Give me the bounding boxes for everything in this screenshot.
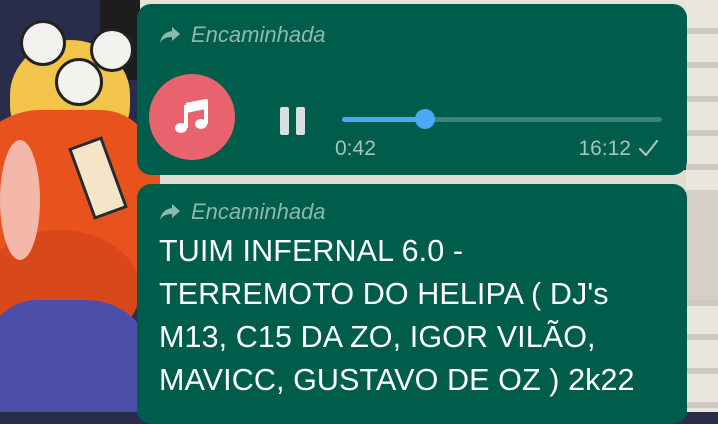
audio-elapsed-time: 0:42 [335,137,376,160]
message-line: TUIM INFERNAL 6.0 - [159,234,464,268]
message-line: MAVICC, GUSTAVO DE OZ ) 2k22 [159,363,635,397]
text-message-bubble[interactable]: Encaminhada TUIM INFERNAL 6.0 - TERREMOT… [137,184,687,424]
forwarded-indicator: Encaminhada [159,22,326,48]
single-check-icon [638,139,659,157]
music-note-icon [175,99,208,133]
message-text: TUIM INFERNAL 6.0 - TERREMOTO DO HELIPA … [159,230,669,402]
audio-progress-knob[interactable] [415,109,436,129]
forward-arrow-icon [160,204,180,220]
pause-icon [279,107,289,135]
forwarded-label: Encaminhada [191,199,326,224]
message-line: M13, C15 DA ZO, IGOR VILÃO, [159,320,596,354]
pause-button[interactable] [276,105,308,137]
audio-progress-slider[interactable] [342,109,662,129]
audio-message-bubble[interactable]: Encaminhada 0:42 16:12 [137,4,687,175]
forwarded-label: Encaminhada [191,22,326,47]
message-line: TERREMOTO DO HELIPA ( DJ's [159,277,609,311]
message-timestamp: 16:12 [578,137,631,160]
forward-arrow-icon [160,27,180,43]
audio-progress-fill [342,117,426,122]
forwarded-indicator: Encaminhada [159,199,326,225]
audio-avatar [149,74,235,160]
